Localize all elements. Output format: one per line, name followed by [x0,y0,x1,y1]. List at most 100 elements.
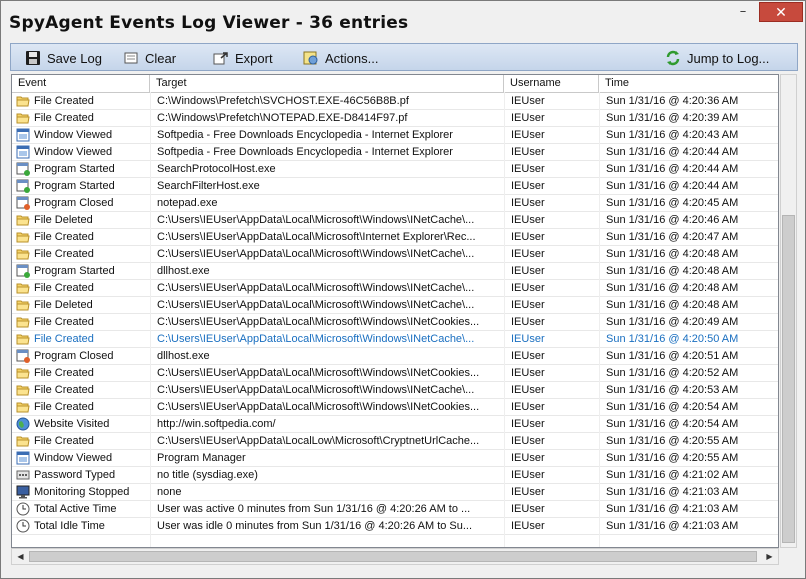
event-cell: File Created [16,246,150,262]
target-cell: Program Manager [157,452,246,464]
clock-icon [16,502,34,516]
folder-icon [16,366,34,380]
username-cell: IEUser [511,214,545,226]
actions-icon [303,51,318,65]
column-header-event[interactable]: Event [12,75,150,92]
time-cell: Sun 1/31/16 @ 4:20:54 AM [606,401,739,413]
table-row[interactable]: File Created C:\Users\IEUser\AppData\Loca… [12,382,778,399]
actions-button[interactable]: Actions... [303,48,378,68]
time-cell: Sun 1/31/16 @ 4:20:39 AM [606,112,739,124]
folder-icon [16,213,34,227]
event-name: Monitoring Stopped [34,486,130,498]
table-row[interactable]: Password Typed no title (sysdiag.exe) IEUs… [12,467,778,484]
table-row[interactable]: File Created C:\Users\IEUser\AppData\Loca… [12,399,778,416]
event-cell: Total Active Time [16,501,150,517]
clear-button[interactable]: Clear [123,48,176,68]
time-cell: Sun 1/31/16 @ 4:20:51 AM [606,350,739,362]
horizontal-scroll-thumb[interactable] [29,551,757,562]
table-row[interactable]: Program Closed notepad.exe IEUser Sun 1/31/… [12,195,778,212]
username-cell: IEUser [511,95,545,107]
column-header-username[interactable]: Username [504,75,599,92]
event-cell: Program Started [16,178,150,194]
event-cell: Window Viewed [16,127,150,143]
column-header-time[interactable]: Time [599,75,778,92]
event-name: File Created [34,95,94,107]
username-cell: IEUser [511,282,545,294]
table-row[interactable]: File Created C:\Users\IEUser\AppData\Loca… [12,229,778,246]
event-cell: Program Closed [16,195,150,211]
table-row[interactable]: Program Started dllhost.exe IEUser Sun 1/31… [12,263,778,280]
close-button[interactable]: ✕ [759,2,803,22]
username-cell: IEUser [511,486,545,498]
time-cell: Sun 1/31/16 @ 4:21:03 AM [606,486,739,498]
target-cell: C:\Windows\Prefetch\SVCHOST.EXE-46C56B8B… [157,95,409,107]
username-cell: IEUser [511,401,545,413]
time-cell: Sun 1/31/16 @ 4:21:02 AM [606,469,739,481]
table-row[interactable]: Total Idle Time User was idle 0 minutes f… [12,518,778,535]
table-row[interactable]: File Created C:\Users\IEUser\AppData\Loca… [12,246,778,263]
time-cell: Sun 1/31/16 @ 4:20:36 AM [606,95,739,107]
table-row[interactable]: Total Active Time User was active 0 minut… [12,501,778,518]
table-row[interactable]: Program Started SearchFilterHost.exe IEUse… [12,178,778,195]
minimize-button[interactable]: – [729,2,757,22]
event-name: File Deleted [34,299,93,311]
clear-label: Clear [145,50,177,66]
table-row[interactable]: Program Started SearchProtocolHost.exe IEU… [12,161,778,178]
target-cell: User was idle 0 minutes from Sun 1/31/16… [157,520,473,532]
column-divider [150,92,151,547]
table-row[interactable]: File Created C:\Users\IEUser\AppData\Loca… [12,331,778,348]
horizontal-scrollbar[interactable]: ◀ ▶ [11,548,779,565]
program-closed-icon [16,349,34,363]
username-cell: IEUser [511,112,545,124]
event-name: File Created [34,282,94,294]
username-cell: IEUser [511,503,545,515]
vertical-scroll-thumb[interactable] [782,215,795,543]
eraser-icon [124,52,138,64]
target-cell: C:\Users\IEUser\AppData\Local\Microsoft\… [157,367,480,379]
event-cell: File Created [16,399,150,415]
vertical-scrollbar[interactable] [780,74,797,548]
table-row[interactable]: Website Visited http://win.softpedia.com/… [12,416,778,433]
jump-to-log-button[interactable]: Jump to Log... [665,48,769,68]
event-cell: File Created [16,365,150,381]
table-row[interactable]: Program Closed dllhost.exe IEUser Sun 1/31/… [12,348,778,365]
table-row[interactable]: File Created C:\Windows\Prefetch\NOTEPAD.… [12,110,778,127]
table-row[interactable]: File Created C:\Windows\Prefetch\SVCHOST.… [12,93,778,110]
event-name: File Created [34,384,94,396]
event-cell: File Deleted [16,212,150,228]
time-cell: Sun 1/31/16 @ 4:20:54 AM [606,418,739,430]
table-row[interactable]: Window Viewed Program Manager IEUser Sun 1/… [12,450,778,467]
refresh-arrows-icon [666,50,680,66]
event-name: Program Started [34,180,115,192]
table-row[interactable]: File Created C:\Users\IEUser\AppData\Loca… [12,365,778,382]
event-name: File Deleted [34,214,93,226]
table-row[interactable]: File Deleted C:\Users\IEUser\AppData\Loca… [12,297,778,314]
event-name: Program Closed [34,350,114,362]
event-cell: Total Idle Time [16,518,150,534]
clock-icon [16,519,34,533]
time-cell: Sun 1/31/16 @ 4:20:55 AM [606,435,739,447]
event-cell: File Created [16,110,150,126]
time-cell: Sun 1/31/16 @ 4:21:03 AM [606,503,739,515]
target-cell: C:\Users\IEUser\AppData\Local\Microsoft\… [157,316,480,328]
export-button[interactable]: Export [213,48,273,68]
table-row[interactable]: File Created C:\Users\IEUser\AppData\Loca… [12,314,778,331]
folder-icon [16,94,34,108]
table-row[interactable]: File Created C:\Users\IEUser\AppData\Loca… [12,433,778,450]
username-cell: IEUser [511,418,545,430]
program-started-icon [16,264,34,278]
window-icon [16,145,34,159]
table-row[interactable]: Monitoring Stopped none IEUser Sun 1/31/16 … [12,484,778,501]
scroll-left-arrow-icon[interactable]: ◀ [13,549,28,564]
table-row[interactable]: Window Viewed Softpedia - Free Downloads … [12,127,778,144]
password-icon [16,468,34,482]
table-row[interactable]: Window Viewed Softpedia - Free Downloads … [12,144,778,161]
table-row[interactable]: File Deleted C:\Users\IEUser\AppData\Loca… [12,212,778,229]
program-closed-icon [16,196,34,210]
column-header-target[interactable]: Target [150,75,504,92]
scroll-right-arrow-icon[interactable]: ▶ [762,549,777,564]
save-log-button[interactable]: Save Log [25,48,102,68]
username-cell: IEUser [511,197,545,209]
table-row[interactable]: File Created C:\Users\IEUser\AppData\Loca… [12,280,778,297]
target-cell: none [157,486,182,498]
